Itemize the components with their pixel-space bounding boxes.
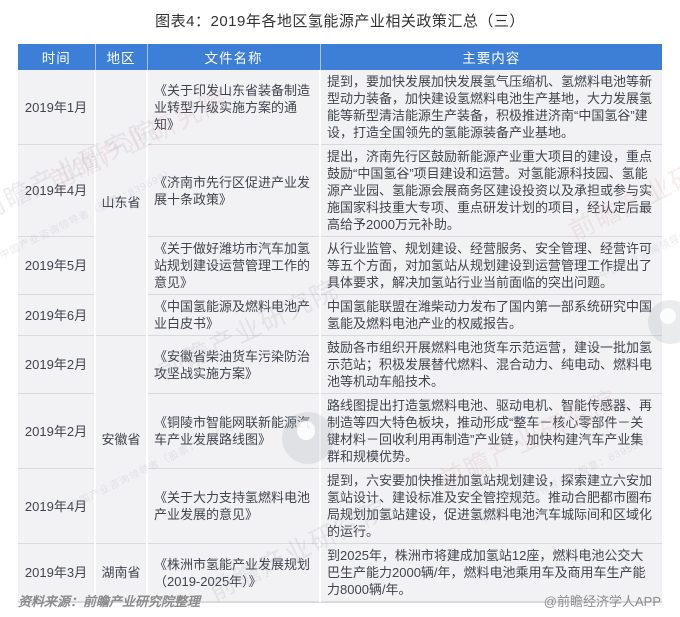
policy-table: 时间 地区 文件名称 主要内容 2019年1月 山东省 《关于印发山东省装备制造…	[18, 44, 662, 603]
content-cell: 鼓励各市组织开展燃料电池货车示范运营，建设一批加氢示范站；积极发展替代燃料、混合…	[320, 335, 662, 394]
col-header-region: 地区	[95, 44, 148, 70]
content-cell: 路线图提出打造氢燃料电池、驱动电机、智能传感器、再制造等四大特色板块，推动形成“…	[320, 393, 662, 469]
date-cell: 2019年5月	[18, 236, 96, 295]
col-header-document: 文件名称	[147, 44, 321, 70]
date-cell: 2019年1月	[18, 70, 96, 145]
col-header-time: 时间	[18, 44, 96, 70]
document-cell: 《关于印发山东省装备制造业转型升级实施方案的通知》	[147, 70, 321, 145]
date-cell: 2019年2月	[18, 335, 96, 394]
date-cell: 2019年2月	[18, 393, 96, 469]
page-title: 图表4：2019年各地区氢能源产业相关政策汇总（三）	[155, 13, 525, 30]
date-cell: 2019年6月	[18, 294, 96, 336]
region-cell: 安徽省	[95, 335, 148, 544]
content-cell: 提到，六安要加快推进加氢站规划建设，探索建立六安加氢站设计、建设标准及安全管控规…	[320, 468, 662, 544]
table-row: 2019年2月 安徽省 《安徽省柴油货车污染防治攻坚战实施方案》 鼓励各市组织开…	[18, 335, 662, 544]
content-cell: 从行业监管、规划建设、经营服务、安全管理、经营许可等五个方面，对加氢站从规划建设…	[320, 236, 662, 295]
col-header-content: 主要内容	[320, 44, 662, 70]
document-cell: 《中国氢能源及燃料电池产业白皮书》	[147, 294, 321, 336]
document-cell: 《关于大力支持氢燃料电池产业发展的意见》	[147, 468, 321, 544]
document-cell: 《关于做好潍坊市汽车加氢站规划建设运营管理工作的意见》	[147, 236, 321, 295]
document-cell: 《安徽省柴油货车污染防治攻坚战实施方案》	[147, 335, 321, 394]
table-row: 2019年1月 山东省 《关于印发山东省装备制造业转型升级实施方案的通知》 提到…	[18, 70, 662, 336]
region-cell: 山东省	[95, 70, 148, 336]
app-credit: @前瞻经济学人APP	[543, 594, 661, 609]
document-cell: 《济南市先行区促进产业发展十条政策》	[147, 144, 321, 237]
content-cell: 提出，济南先行区鼓励新能源产业重大项目的建设，重点鼓励“中国氢谷”项目建设和运营…	[320, 144, 662, 237]
date-cell: 2019年4月	[18, 144, 96, 237]
table-header-row: 时间 地区 文件名称 主要内容	[18, 44, 662, 70]
date-cell: 2019年4月	[18, 468, 96, 544]
content-cell: 中国氢能联盟在潍柴动力发布了国内第一部系统研究中国氢能及燃料电池产业的权威报告。	[320, 294, 662, 336]
document-cell: 《铜陵市智能网联新能源汽车产业发展路线图》	[147, 393, 321, 469]
content-cell: 提到，要加快发展加快发展氢气压缩机、氢燃料电池等新型动力装备，加快建设氢燃料电池…	[320, 70, 662, 145]
source-note: 资料来源：前瞻产业研究院整理	[18, 594, 201, 609]
